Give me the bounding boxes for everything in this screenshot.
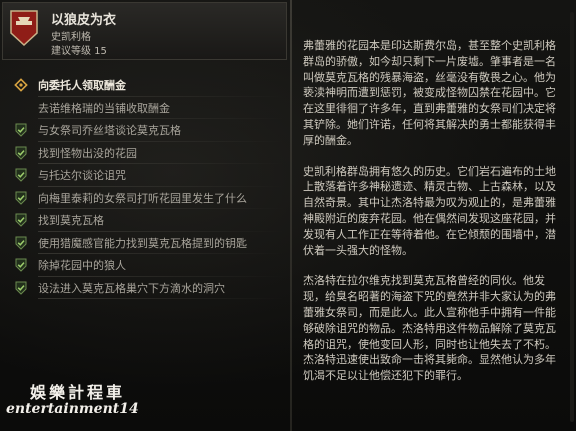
- objective-label: 向委托人领取酬金: [38, 79, 126, 93]
- description-paragraph: 弗蕾雅的花园本是印达斯费尔岛，甚至整个史凯利格群岛的骄傲，如今却只剩下一片废墟。…: [303, 39, 556, 147]
- quest-description: 弗蕾雅的花园本是印达斯费尔岛，甚至整个史凯利格群岛的骄傲，如今却只剩下一片废墟。…: [303, 38, 565, 399]
- watermark-title: 娛樂計程車: [30, 383, 126, 402]
- objective-label: 去诺维格瑞的当铺收取酬金: [38, 101, 170, 115]
- shield-check-icon: [15, 281, 27, 295]
- panel-divider: [290, 0, 292, 431]
- shield-check-icon: [15, 123, 27, 137]
- quest-header[interactable]: 以狼皮为衣 史凯利格 建议等级 15: [2, 2, 287, 60]
- objective-item[interactable]: 去诺维格瑞的当铺收取酬金: [14, 97, 284, 119]
- objective-label: 向梅里泰莉的女祭司打听花园里发生了什么: [38, 191, 247, 205]
- objective-item[interactable]: 向委托人领取酬金: [14, 74, 284, 97]
- shield-check-icon: [15, 236, 27, 250]
- row-divider: [38, 298, 284, 299]
- objective-item[interactable]: 设法进入莫克瓦格巢穴下方滴水的洞穴: [14, 277, 284, 299]
- objective-label: 找到怪物出没的花园: [38, 146, 137, 160]
- diamond-marker-icon: [14, 78, 28, 93]
- objective-label: 找到莫克瓦格: [38, 214, 104, 228]
- quest-location: 史凯利格: [51, 32, 91, 43]
- shield-check-icon: [15, 258, 27, 272]
- objective-label: 使用猎魔感官能力找到莫克瓦格提到的钥匙: [38, 236, 247, 250]
- objective-label: 除掉花园中的狼人: [38, 259, 126, 273]
- objective-item[interactable]: 向梅里泰莉的女祭司打听花园里发生了什么: [14, 187, 284, 209]
- description-paragraph: 杰洛特在拉尔维克找到莫克瓦格曾经的同伙。他发现，给臭名昭著的海盗下咒的竟然并非大…: [303, 274, 556, 383]
- shield-check-icon: [15, 168, 27, 182]
- description-scrollbar[interactable]: [570, 12, 574, 422]
- objective-item[interactable]: 找到怪物出没的花园: [14, 142, 284, 164]
- quest-level: 建议等级 15: [51, 46, 107, 57]
- watermark-handle: entertainment14: [6, 401, 139, 417]
- objective-item[interactable]: 与托达尔谈论诅咒: [14, 164, 284, 187]
- objective-item[interactable]: 找到莫克瓦格: [14, 209, 284, 232]
- shield-check-icon: [15, 213, 27, 227]
- objective-label: 设法进入莫克瓦格巢穴下方滴水的洞穴: [38, 281, 225, 295]
- objective-label: 与托达尔谈论诅咒: [38, 169, 126, 183]
- objective-item[interactable]: 与女祭司乔丝塔谈论莫克瓦格: [14, 119, 284, 142]
- shield-check-icon: [15, 191, 27, 205]
- quest-title: 以狼皮为衣: [51, 13, 117, 28]
- quest-badge-icon: [10, 10, 38, 47]
- description-paragraph: 史凯利格群岛拥有悠久的历史。它们岩石遍布的土地上散落着许多神秘遗迹、精灵古物、上…: [303, 164, 556, 257]
- objective-item[interactable]: 使用猎魔感官能力找到莫克瓦格提到的钥匙: [14, 232, 284, 254]
- objective-label: 与女祭司乔丝塔谈论莫克瓦格: [38, 124, 181, 138]
- shield-check-icon: [15, 146, 27, 160]
- empty-marker-icon: [14, 101, 28, 115]
- objective-list: 向委托人领取酬金去诺维格瑞的当铺收取酬金 与女祭司乔丝塔谈论莫克瓦格 找到怪物出没的…: [14, 74, 284, 299]
- objective-item[interactable]: 除掉花园中的狼人: [14, 254, 284, 277]
